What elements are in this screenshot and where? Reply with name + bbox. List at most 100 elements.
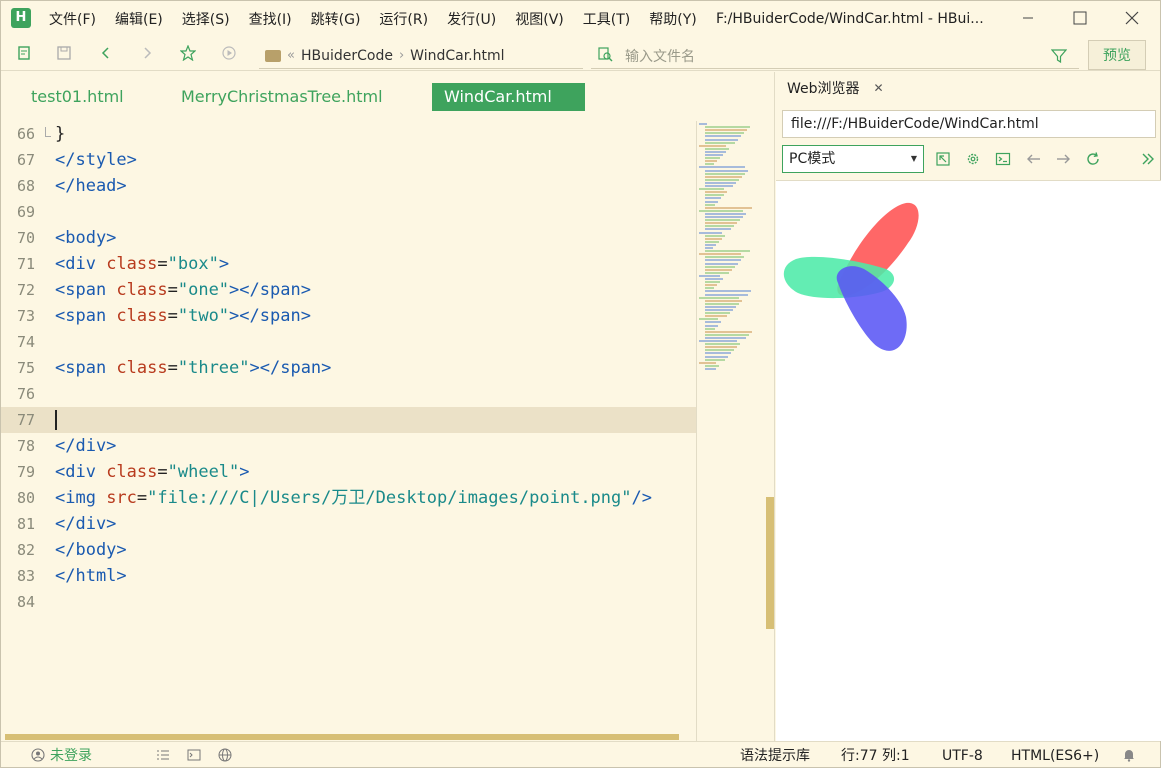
menu-item[interactable]: 选择(S) xyxy=(182,9,230,29)
browser-viewport[interactable] xyxy=(776,180,1161,741)
code-line[interactable]: 80 <img src="file:///C|/Users/万卫/Desktop/… xyxy=(1,485,696,511)
horizontal-scrollbar[interactable] xyxy=(5,734,679,740)
maximize-icon[interactable] xyxy=(1057,1,1103,35)
code-line[interactable]: 67 </style> xyxy=(1,147,696,173)
menu-bar: 文件(F) 编辑(E) 选择(S) 查找(I) 跳转(G) 运行(R) 发行(U) 视图(V)… xyxy=(49,1,716,37)
syntax-library[interactable]: 语法提示库 xyxy=(740,742,810,768)
language-mode[interactable]: HTML(ES6+) xyxy=(1011,742,1099,768)
list-icon[interactable] xyxy=(155,748,171,764)
star-icon[interactable] xyxy=(179,44,197,63)
back-icon[interactable] xyxy=(97,45,115,63)
new-file-icon[interactable] xyxy=(15,45,33,63)
code-line[interactable]: 72 <span class="one"></span> xyxy=(1,277,696,303)
code-line[interactable]: 68 </head> xyxy=(1,173,696,199)
breadcrumb[interactable]: « HBuiderCode › WindCar.html xyxy=(259,43,583,69)
editor-tab-bar: test01.html MerryChristmasTree.html Wind… xyxy=(1,72,774,116)
menu-item[interactable]: 视图(V) xyxy=(515,9,564,29)
code-line[interactable]: 66} xyxy=(1,121,696,147)
code-line[interactable]: 84 xyxy=(1,589,696,615)
tab-merry-christmas-tree[interactable]: MerryChristmasTree.html xyxy=(169,83,395,111)
code-line[interactable]: 75 <span class="three"></span> xyxy=(1,355,696,381)
code-editor[interactable]: 66} 67 </style> 68 </head> 69 70 <body> 71 <div c… xyxy=(1,121,696,733)
menu-item[interactable]: 工具(T) xyxy=(583,9,630,29)
code-token: "file:///C|/Users/万卫/Desktop/images/poin… xyxy=(147,488,632,508)
terminal-icon[interactable] xyxy=(186,748,202,764)
code-line[interactable]: 82 </body> xyxy=(1,537,696,563)
minimap-line xyxy=(705,262,738,265)
minimap-line xyxy=(705,290,751,293)
file-search[interactable]: 输入文件名 xyxy=(591,43,1079,69)
minimap[interactable] xyxy=(696,121,768,741)
bell-icon[interactable] xyxy=(1121,748,1137,764)
open-external-icon[interactable] xyxy=(935,151,951,167)
minimap-line xyxy=(705,256,744,259)
refresh-icon[interactable] xyxy=(1085,151,1101,167)
minimap-line xyxy=(705,278,723,280)
code-line[interactable]: 77 xyxy=(1,407,696,433)
search-input[interactable]: 输入文件名 xyxy=(625,46,695,66)
forward-icon[interactable] xyxy=(138,45,156,63)
code-line[interactable]: 70 <body> xyxy=(1,225,696,251)
vertical-scrollbar[interactable] xyxy=(766,497,774,629)
browser-back-icon[interactable] xyxy=(1026,151,1042,167)
minimap-line xyxy=(705,284,717,287)
url-input[interactable]: file:///F:/HBuiderCode/WindCar.html xyxy=(782,110,1156,138)
windmill-graphic xyxy=(783,202,919,351)
tab-test01[interactable]: test01.html xyxy=(19,83,136,111)
menu-item[interactable]: 发行(U) xyxy=(447,9,496,29)
save-icon[interactable] xyxy=(55,45,73,63)
menu-item[interactable]: 编辑(E) xyxy=(115,9,163,29)
minimap-line xyxy=(705,200,718,203)
minimap-line xyxy=(705,203,715,206)
fold-end-icon xyxy=(45,127,51,137)
encoding[interactable]: UTF-8 xyxy=(942,742,983,768)
tab-web-browser[interactable]: Web浏览器 ✕ xyxy=(779,74,903,104)
line-number: 66 xyxy=(16,125,35,143)
breadcrumb-file[interactable]: WindCar.html xyxy=(410,48,504,64)
code-text: } xyxy=(55,121,65,147)
browser-forward-icon[interactable] xyxy=(1055,151,1071,167)
preview-button[interactable]: 预览 xyxy=(1088,40,1146,70)
code-line[interactable]: 79 <div class="wheel"> xyxy=(1,459,696,485)
code-line[interactable]: 69 xyxy=(1,199,696,225)
tab-windcar[interactable]: WindCar.html xyxy=(432,83,585,111)
code-line[interactable]: 78 </div> xyxy=(1,433,696,459)
line-number: 79 xyxy=(16,463,35,481)
menu-item[interactable]: 文件(F) xyxy=(49,9,96,29)
minimap-line xyxy=(705,138,738,141)
close-icon[interactable]: ✕ xyxy=(874,81,884,95)
code-token: = xyxy=(167,280,178,300)
code-line[interactable]: 73 <span class="two"></span> xyxy=(1,303,696,329)
code-line[interactable]: 83 </html> xyxy=(1,563,696,589)
settings-icon[interactable] xyxy=(965,151,981,167)
code-token: <div xyxy=(55,254,107,274)
code-line[interactable]: 81 </div> xyxy=(1,511,696,537)
code-token: "box" xyxy=(167,254,219,274)
menu-item[interactable]: 查找(I) xyxy=(249,9,292,29)
device-mode-select[interactable]: PC模式 ▼ xyxy=(782,145,924,173)
menu-item[interactable]: 帮助(Y) xyxy=(649,9,696,29)
menu-item[interactable]: 跳转(G) xyxy=(311,9,361,29)
minimap-line xyxy=(705,312,730,315)
minimap-line xyxy=(705,250,750,253)
code-text: </head> xyxy=(55,173,127,199)
code-line[interactable]: 76 xyxy=(1,381,696,407)
filter-icon[interactable] xyxy=(1050,48,1068,68)
minimize-icon[interactable] xyxy=(1005,1,1051,35)
cursor-position[interactable]: 行:77 列:1 xyxy=(841,742,910,768)
run-icon[interactable] xyxy=(220,45,238,63)
breadcrumb-folder[interactable]: HBuiderCode xyxy=(301,48,393,64)
close-window-icon[interactable] xyxy=(1109,1,1155,35)
line-number: 80 xyxy=(16,489,35,507)
code-token: } xyxy=(55,124,66,144)
code-line[interactable]: 71 <div class="box"> xyxy=(1,251,696,277)
console-icon[interactable] xyxy=(995,151,1011,167)
minimap-line xyxy=(705,178,739,181)
menu-item[interactable]: 运行(R) xyxy=(379,9,428,29)
minimap-line xyxy=(705,287,714,290)
globe-icon[interactable] xyxy=(217,748,233,764)
device-mode-value: PC模式 xyxy=(789,151,836,167)
expand-panel-icon[interactable] xyxy=(1140,151,1156,167)
login-status[interactable]: 未登录 xyxy=(50,742,92,768)
code-line[interactable]: 74 xyxy=(1,329,696,355)
